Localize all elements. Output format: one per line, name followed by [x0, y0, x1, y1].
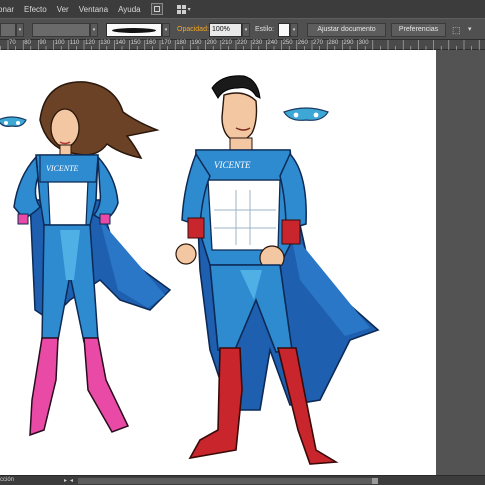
- illustrator-window: onar Efecto Ver Ventana Ayuda ▾ ▾ ▾ ▾ Op…: [0, 0, 485, 485]
- chest-logo-text-male: VICENTE: [214, 160, 251, 170]
- chevron-down-icon[interactable]: ▾: [188, 6, 191, 13]
- ruler-tick-label: 290: [343, 40, 354, 46]
- ruler-tick-label: 150: [130, 40, 141, 46]
- ruler-tick-label: 110: [69, 40, 80, 46]
- fill-dropdown[interactable]: ▾: [16, 23, 24, 37]
- brush-definition-picker[interactable]: [106, 23, 162, 37]
- ruler-tick-label: 120: [85, 40, 96, 46]
- graphic-style-swatch[interactable]: [278, 23, 290, 37]
- preferences-button[interactable]: Preferencias: [391, 23, 446, 37]
- brush-dropdown[interactable]: ▾: [162, 23, 170, 37]
- status-label[interactable]: cción: [0, 477, 14, 483]
- stroke-weight-dropdown[interactable]: ▾: [90, 23, 98, 37]
- style-label: Estilo:: [255, 26, 275, 33]
- artwork[interactable]: VICENTE VICENTE: [0, 50, 436, 475]
- panel-menu-icon[interactable]: ▾: [468, 25, 480, 35]
- menu-item-seleccionar[interactable]: onar: [0, 5, 19, 14]
- scrollbar-thumb[interactable]: [372, 478, 378, 484]
- opacity-dropdown[interactable]: ▾: [242, 23, 250, 37]
- ruler-tick-label: 80: [24, 40, 31, 46]
- ruler-tick-label: 210: [221, 40, 232, 46]
- ruler-tick-label: 270: [313, 40, 324, 46]
- horizontal-ruler: 70 80 90 100 110 120 130 140 150 160 170 180 190 200 2…: [0, 40, 485, 50]
- fill-swatch[interactable]: [0, 23, 16, 37]
- document-setup-button[interactable]: Ajustar documento: [307, 23, 386, 37]
- menu-bar: onar Efecto Ver Ventana Ayuda ▾: [0, 0, 485, 18]
- male-hero-figure: VICENTE: [175, 75, 380, 465]
- ruler-tick-label: 170: [161, 40, 172, 46]
- ruler-tick-label: 140: [115, 40, 126, 46]
- ruler-tick-label: 240: [267, 40, 278, 46]
- opacity-label[interactable]: Opacidad:: [177, 26, 209, 33]
- chest-logo-text: VICENTE: [46, 164, 79, 173]
- ruler-tick-label: 100: [54, 40, 65, 46]
- menu-item-ver[interactable]: Ver: [52, 5, 74, 14]
- mask-icon: [0, 116, 27, 127]
- ruler-tick-label: 180: [176, 40, 187, 46]
- brush-stroke-preview: [112, 27, 156, 33]
- ruler-tick-label: 250: [282, 40, 293, 46]
- ruler-tick-label: 130: [100, 40, 111, 46]
- control-bar: ▾ ▾ ▾ Opacidad: 100% ▾ Estilo: ▾ Ajustar…: [0, 18, 485, 40]
- status-arrow-icon[interactable]: ▸: [64, 477, 67, 484]
- bridge-icon[interactable]: [150, 3, 163, 15]
- ruler-tick-label: 230: [252, 40, 263, 46]
- female-hero-figure: VICENTE: [13, 81, 172, 437]
- ruler-tick-label: 70: [9, 40, 16, 46]
- ruler-tick-label: 160: [145, 40, 156, 46]
- opacity-field[interactable]: 100%: [209, 23, 242, 37]
- select-similar-icon[interactable]: ⬚: [452, 25, 464, 35]
- scroll-left-icon[interactable]: ◂: [70, 477, 73, 484]
- mask-icon: [283, 107, 329, 121]
- menu-item-ventana[interactable]: Ventana: [74, 5, 113, 14]
- ruler-tick-label: 280: [328, 40, 339, 46]
- status-bar: cción ▸ ◂: [0, 475, 485, 485]
- graphic-style-dropdown[interactable]: ▾: [290, 23, 298, 37]
- ruler-tick-label: 260: [297, 40, 308, 46]
- stroke-weight-field[interactable]: [32, 23, 90, 37]
- ruler-tick-label: 190: [191, 40, 202, 46]
- menu-item-efecto[interactable]: Efecto: [19, 5, 52, 14]
- ruler-tick-label: 90: [39, 40, 47, 46]
- ruler-tick-label: 300: [358, 40, 369, 46]
- menu-item-ayuda[interactable]: Ayuda: [113, 5, 146, 14]
- horizontal-scrollbar[interactable]: [78, 478, 374, 484]
- workspace-grid-icon[interactable]: [176, 4, 186, 14]
- ruler-tick-label: 200: [206, 40, 217, 46]
- ruler-tick-label: 220: [237, 40, 248, 46]
